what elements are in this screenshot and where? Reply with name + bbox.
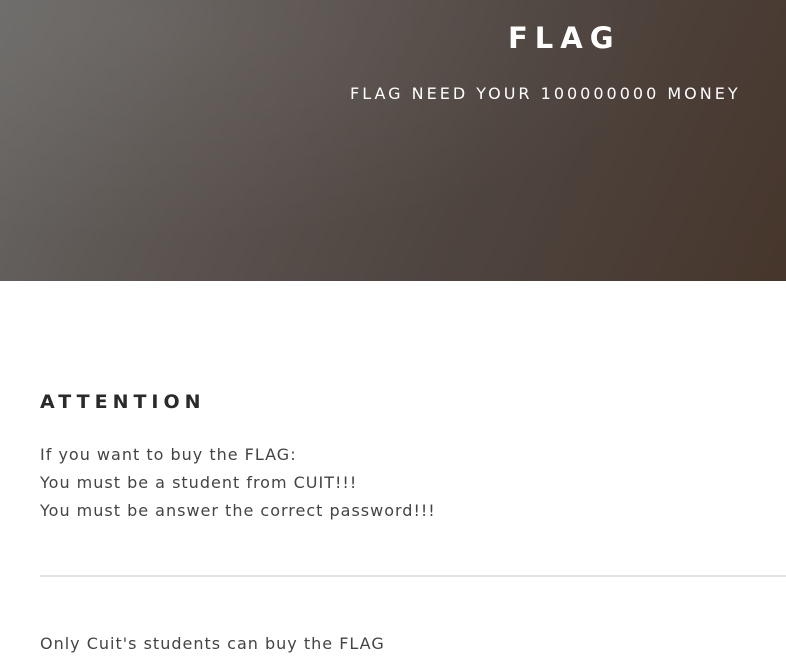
attention-line: You must be answer the correct password!… xyxy=(40,501,436,520)
attention-text-block: If you want to buy the FLAG: You must be… xyxy=(40,441,436,525)
section-divider xyxy=(40,575,786,577)
section-heading-attention: ATTENTION xyxy=(40,391,206,413)
hero-banner: FLAG FLAG NEED YOUR 100000000 MONEY xyxy=(0,0,786,281)
attention-line: You must be a student from CUIT!!! xyxy=(40,473,358,492)
page-title: FLAG xyxy=(508,21,621,55)
footer-notice: Only Cuit's students can buy the FLAG xyxy=(40,634,385,653)
attention-line: If you want to buy the FLAG: xyxy=(40,445,297,464)
page-subtitle: FLAG NEED YOUR 100000000 MONEY xyxy=(350,84,741,103)
